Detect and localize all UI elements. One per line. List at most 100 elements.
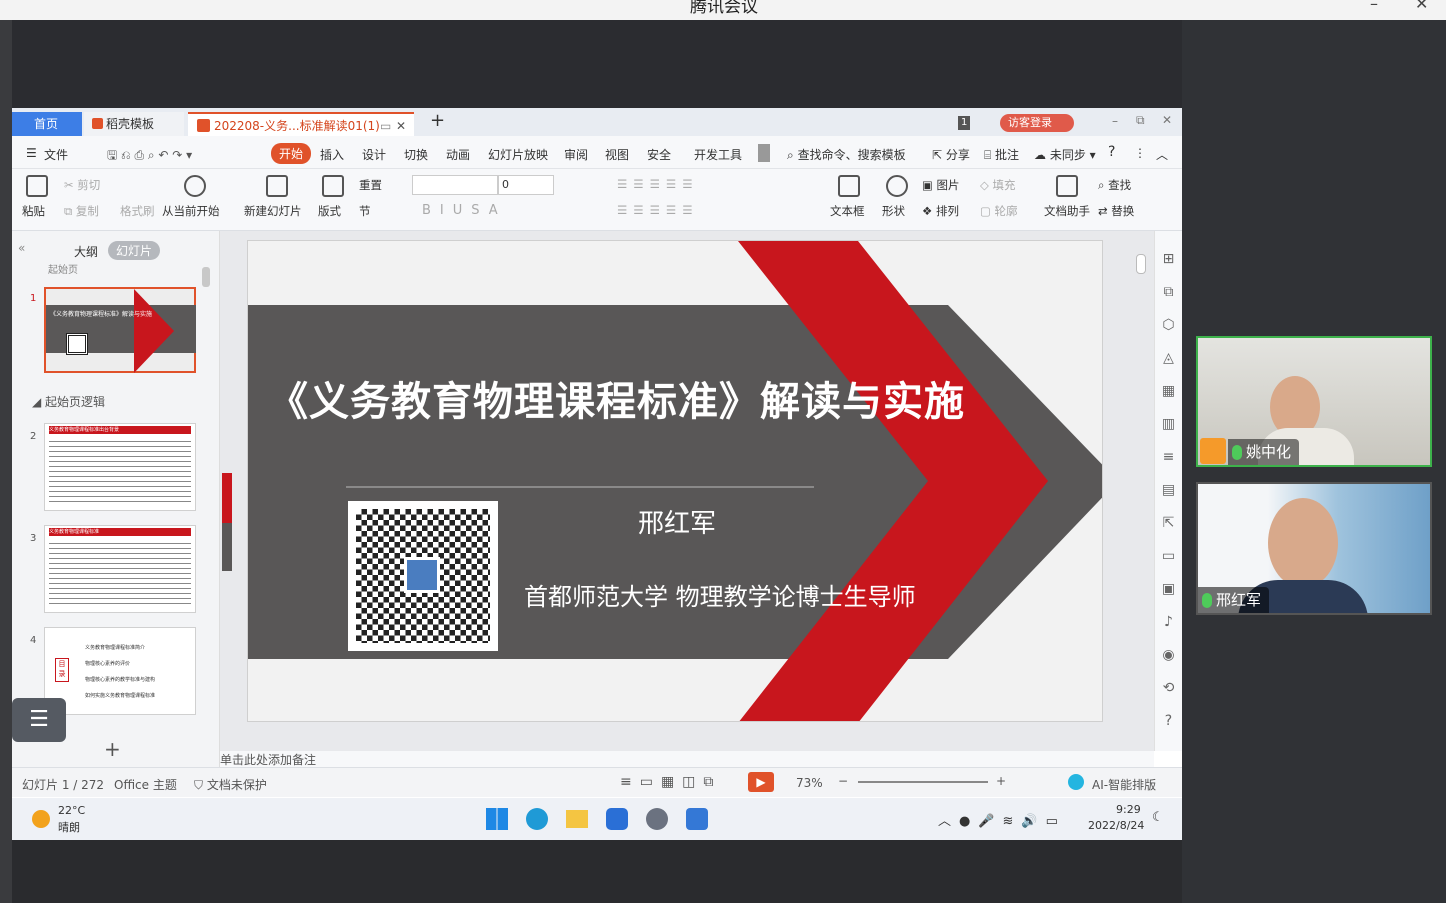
slide-scrollbar[interactable]	[1136, 254, 1146, 274]
paste-label[interactable]: 粘贴	[22, 203, 45, 219]
play-icon[interactable]	[184, 175, 206, 197]
help-button[interactable]: ?	[1108, 144, 1115, 160]
menu-slideshow[interactable]: 幻灯片放映	[488, 146, 548, 163]
tab-pin-icon[interactable]: ▭	[380, 114, 391, 138]
font-name-field[interactable]	[412, 175, 498, 195]
from-current-button[interactable]: 从当前开始	[162, 203, 220, 219]
view-buttons[interactable]: ≡▭▦◫⧉	[620, 774, 721, 790]
reset-button[interactable]: 重置	[359, 177, 382, 193]
hamburger-icon[interactable]: ☰	[26, 146, 37, 160]
left-strip	[0, 20, 12, 903]
new-tab-button[interactable]: +	[430, 110, 445, 131]
meeting-app-icon[interactable]	[606, 808, 628, 830]
menu-devtools[interactable]: 开发工具	[694, 146, 742, 163]
fill-button[interactable]: ◇ 填充	[980, 177, 1016, 193]
tab-close-icon[interactable]: ✕	[396, 114, 406, 138]
paste-icon[interactable]	[26, 175, 48, 197]
menu-start[interactable]: 开始	[271, 143, 312, 164]
image-button[interactable]: ▣ 图片	[922, 177, 960, 193]
moon-icon[interactable]: ☾	[1152, 810, 1164, 825]
pane-scrollbar[interactable]	[202, 267, 210, 287]
menu-file[interactable]: 文件	[44, 146, 68, 163]
font-size-field[interactable]: 0	[498, 175, 554, 195]
align-buttons[interactable]: ☰☰☰☰☰	[617, 203, 699, 217]
notes-placeholder: 单击此处添加备注	[220, 753, 317, 767]
tab-home[interactable]: 首页	[12, 112, 82, 136]
format-painter-button[interactable]: 格式刷	[120, 203, 155, 219]
textbox-icon[interactable]	[838, 175, 860, 197]
menu-design[interactable]: 设计	[362, 146, 386, 163]
wps-app-icon[interactable]	[686, 808, 708, 830]
floating-menu-button[interactable]: ☰	[12, 698, 66, 742]
arrange-button[interactable]: ❖ 排列	[922, 203, 959, 219]
temperature: 22°C	[58, 804, 86, 817]
slide-thumb-2[interactable]: 义务教育物理课程标准出台背景	[44, 423, 196, 511]
menu-review[interactable]: 审阅	[564, 146, 588, 163]
cut-button[interactable]: ✂ 剪切	[64, 177, 100, 193]
shape-button[interactable]: 形状	[882, 203, 905, 219]
slide-thumb-3[interactable]: 义务教育物理课程标准	[44, 525, 196, 613]
section-button[interactable]: 节	[359, 203, 371, 219]
paragraph-buttons[interactable]: ☰☰☰☰☰	[617, 177, 699, 191]
new-slide-icon[interactable]	[266, 175, 288, 197]
add-slide-button[interactable]: +	[104, 737, 121, 761]
more-icon[interactable]: ⋮	[1134, 146, 1146, 160]
participant-video-2[interactable]: 邢红军	[1196, 482, 1432, 615]
doc-helper-button[interactable]: 文档助手	[1044, 203, 1090, 219]
doc-helper-icon[interactable]	[1056, 175, 1078, 197]
slide-badge[interactable]: 1	[958, 116, 971, 130]
outline-button[interactable]: ▢ 轮廓	[980, 203, 1018, 219]
share-button[interactable]: ⇱ 分享	[932, 146, 970, 163]
search-commands[interactable]: ⌕ 查找命令、搜索模板	[787, 146, 906, 163]
tab-templates[interactable]: 稻壳模板	[84, 112, 184, 136]
textbox-button[interactable]: 文本框	[830, 203, 865, 219]
replace-button[interactable]: ⇄ 替换	[1098, 203, 1134, 219]
zoom-out-button[interactable]: −	[838, 774, 848, 788]
participant-video-1[interactable]: 姚中化	[1196, 336, 1432, 467]
close-button[interactable]: ✕	[1415, 0, 1428, 13]
slide-title: 《义务教育物理课程标准》解读与实施	[268, 378, 965, 425]
window-min-icon[interactable]: –	[1112, 114, 1118, 128]
find-button[interactable]: ⌕ 查找	[1098, 177, 1131, 193]
menu-animation[interactable]: 动画	[446, 146, 470, 163]
right-tool-icons[interactable]: ⊞ ⧉ ⬡ ◬ ▦ ▥ ≡ ▤ ⇱ ▭ ▣ ♪ ◉ ⟲?	[1155, 231, 1182, 738]
protect-status[interactable]: ⛉ 文档未保护	[194, 776, 267, 793]
tab-outline[interactable]: 大纲	[74, 243, 98, 260]
zoom-level[interactable]: 73%	[796, 776, 823, 790]
window-close-icon[interactable]: ✕	[1162, 113, 1172, 127]
new-slide-button[interactable]: 新建幻灯片	[244, 203, 302, 219]
ai-layout-button[interactable]: AI-智能排版	[1092, 776, 1156, 793]
notes-area[interactable]: 单击此处添加备注	[220, 751, 1154, 767]
play-slideshow-button[interactable]: ▶	[748, 772, 774, 792]
edge-icon[interactable]	[526, 808, 548, 830]
copy-button[interactable]: ⧉ 复制	[64, 203, 99, 219]
settings-icon[interactable]	[646, 808, 668, 830]
guest-login-button[interactable]: 访客登录	[1000, 114, 1074, 132]
minimize-button[interactable]: –	[1370, 0, 1378, 13]
section-header[interactable]: ◢ 起始页逻辑	[32, 393, 105, 410]
comment-button[interactable]: ⌸ 批注	[984, 146, 1019, 163]
slide-thumb-1[interactable]: 《义务教育物理课程标准》解读与实施	[44, 287, 196, 373]
zoom-slider[interactable]	[858, 781, 988, 783]
menu-view[interactable]: 视图	[605, 146, 629, 163]
layout-button[interactable]: 版式	[318, 203, 341, 219]
shape-icon[interactable]	[886, 175, 908, 197]
slide-thumb-4[interactable]: 目录 义务教育物理课程标准简介 物理核心素养的评价 物理核心素养的教学标准与建构…	[44, 627, 196, 715]
tab-slides[interactable]: 幻灯片	[108, 241, 161, 260]
collapse-pane-icon[interactable]: «	[18, 241, 25, 255]
tab-document[interactable]: 202208-义务...标准解读01(1) ▭ ✕	[188, 112, 414, 136]
collapse-ribbon-icon[interactable]: ︿	[1156, 146, 1168, 163]
menu-insert[interactable]: 插入	[320, 146, 344, 163]
sync-button[interactable]: ☁ 未同步 ▾	[1034, 146, 1096, 163]
slide-canvas[interactable]: 《义务教育物理课程标准》解读与实施 邢红军 首都师范大学 物理教学论博士生导师	[247, 240, 1103, 722]
layout-icon[interactable]	[322, 175, 344, 197]
menu-security[interactable]: 安全	[647, 146, 671, 163]
tray-icons[interactable]: ︿●🎤≋🔊▭	[938, 810, 1066, 829]
font-format-buttons[interactable]: BIUSA	[422, 203, 507, 218]
menu-transition[interactable]: 切换	[404, 146, 428, 163]
window-max-icon[interactable]: ⧉	[1136, 113, 1145, 128]
zoom-in-button[interactable]: +	[996, 774, 1006, 788]
quick-access-icons[interactable]: 🖫 ⎌ ⎙ ⌕ ↶ ↷ ▾	[107, 146, 192, 167]
windows-start-icon[interactable]	[486, 808, 508, 830]
folder-icon[interactable]	[566, 810, 588, 828]
